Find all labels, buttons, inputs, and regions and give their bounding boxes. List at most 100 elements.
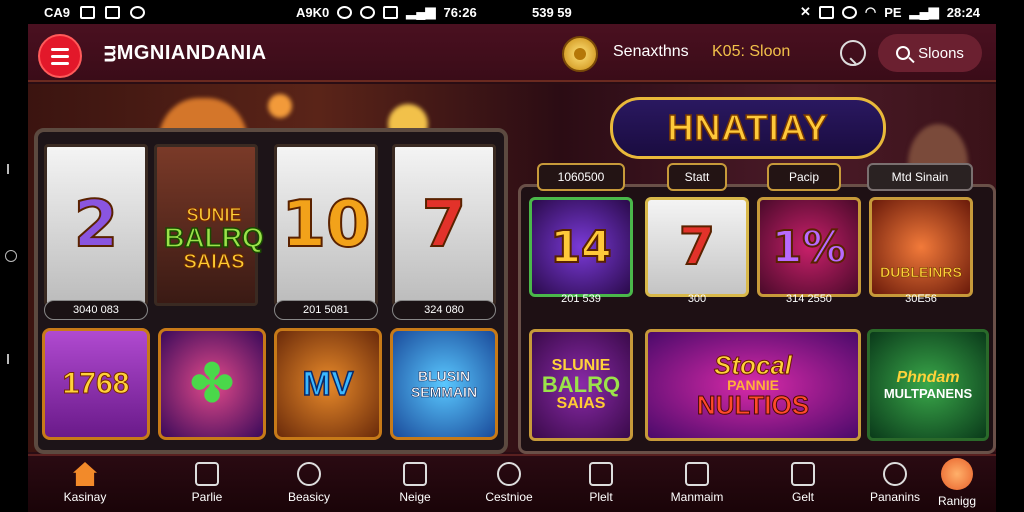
game-logo-title: SUNIE BALRQ SAIAS: [154, 206, 274, 273]
tile-value: 300: [687, 293, 707, 305]
search-button[interactable]: Sloons: [878, 34, 982, 72]
profile-icon: [941, 458, 973, 490]
nav-label: Plelt: [589, 490, 613, 504]
carrier-text: CA9: [44, 4, 71, 20]
tile-value: 201 539: [561, 293, 601, 305]
bezel-home-icon[interactable]: [5, 250, 17, 262]
featured-game-tile[interactable]: Stocal PANNIE NULTIOS: [645, 329, 861, 441]
game-tile[interactable]: 1%: [757, 197, 861, 297]
game-tile[interactable]: 7: [645, 197, 749, 297]
alarm-icon: [130, 5, 146, 19]
tile-title: 1768: [62, 367, 130, 401]
wifi-icon: ◠: [864, 4, 877, 19]
reel-value: 324 080: [392, 300, 496, 320]
status-right-pct: PE: [884, 4, 902, 20]
nav-beasicy[interactable]: Beasicy: [266, 460, 352, 512]
tile-title-bot: NULTIOS: [696, 390, 810, 420]
card-icon: [195, 462, 219, 486]
tab-4[interactable]: Mtd Sinain: [867, 163, 973, 191]
monitor-icon: [589, 462, 613, 486]
game-tile[interactable]: BLUSIN SEMMAIN: [390, 328, 498, 440]
status-bar: CA9 A9K0 ▂▄▆ 76:26 539 59 ✕ ◠ PE ▂▄▆ 28:…: [0, 0, 1024, 24]
reel-symbol: 2: [73, 187, 120, 263]
tab-1[interactable]: 1060500: [537, 163, 625, 191]
search-label: Sloons: [918, 44, 964, 62]
home-icon: [73, 462, 97, 486]
nav-label: Ranigg: [937, 494, 977, 508]
status-mid-text: 539 59: [532, 4, 572, 20]
tile-symbol: 14: [549, 221, 612, 274]
right-bezel: [996, 24, 1024, 512]
house-icon: [791, 462, 815, 486]
bezel-back-mark: [7, 354, 9, 364]
reel-4[interactable]: 7: [392, 144, 496, 306]
bank-icon: [685, 462, 709, 486]
cell-icon: ▂▄▆: [909, 4, 939, 19]
nav-cestnioe[interactable]: Cestnioe: [466, 460, 552, 512]
nav-kasinay[interactable]: Kasinay: [42, 460, 128, 512]
brand-logo-text: ᴟMGNIANDANIA: [104, 42, 267, 64]
tile-title-bot: SAIAS: [556, 395, 606, 412]
game-tile[interactable]: SLUNIE BALRQ SAIAS: [529, 329, 633, 441]
nav-manmaim[interactable]: Manmaim: [654, 460, 740, 512]
user-icon[interactable]: [840, 40, 866, 66]
battery-icon: [383, 5, 399, 19]
menu-button[interactable]: [38, 34, 82, 78]
tile-value: 314 2550: [786, 293, 832, 305]
nfc-icon: [818, 5, 834, 19]
nav-parlie[interactable]: Parlie: [164, 460, 250, 512]
reel-1[interactable]: 2: [44, 144, 148, 306]
hero-title-banner[interactable]: HNATIAY: [610, 97, 886, 159]
tile-title: DUBLEINRS: [880, 264, 962, 281]
tile-symbol: 7: [678, 216, 716, 278]
nav-neige[interactable]: Neige: [372, 460, 458, 512]
close-box-icon: [105, 5, 121, 19]
game-tile[interactable]: DUBLEINRS: [869, 197, 973, 297]
nav-label: Beasicy: [287, 490, 331, 504]
reel-symbol: 10: [280, 187, 371, 263]
balance-value: K05: Sloon: [712, 43, 791, 60]
bezel-mark: [7, 164, 9, 174]
nav-label: Gelt: [791, 490, 814, 504]
title-mid: BALRQ: [163, 222, 264, 253]
sync-icon: [360, 5, 376, 19]
clover-icon: ✤: [190, 355, 234, 413]
game-tile[interactable]: 14: [529, 197, 633, 297]
tile-title-top: Phndam: [896, 369, 960, 387]
signal-icon: ▂▄▆: [406, 4, 436, 19]
tile-title: MV: [302, 364, 355, 404]
reel-3[interactable]: 10: [274, 144, 378, 306]
nav-gelt[interactable]: Gelt: [760, 460, 846, 512]
status-left-clock: 76:26: [443, 4, 477, 20]
tab-3[interactable]: Pacip: [767, 163, 841, 191]
nav-plelt[interactable]: Plelt: [558, 460, 644, 512]
left-bezel: [0, 24, 28, 512]
balance-label: Senaxthns: [613, 43, 689, 60]
reel-value: 201 5081: [274, 300, 378, 320]
nav-ranigg[interactable]: Ranigg: [914, 458, 996, 512]
grid-icon: [883, 462, 907, 486]
send-icon: [80, 5, 96, 19]
coin-icon[interactable]: [562, 36, 598, 72]
nav-label: Neige: [399, 490, 431, 504]
game-tile[interactable]: ✤: [158, 328, 266, 440]
search-icon: [896, 46, 911, 60]
tile-symbol: 1%: [771, 221, 848, 274]
tile-title: BLUSIN SEMMAIN: [410, 368, 478, 401]
data-icon: [841, 5, 857, 19]
slot-machine: 2 3040 083 SUNIE BALRQ SAIAS 10 201 5081…: [34, 128, 508, 454]
clock-icon: [337, 5, 353, 19]
game-tile[interactable]: Phndam MULTPANENS: [867, 329, 989, 441]
status-right-clock: 28:24: [946, 4, 980, 20]
game-tile[interactable]: MV: [274, 328, 382, 440]
game-panel: 1060500 Statt Pacip Mtd Sinain 14 201 53…: [518, 163, 996, 454]
nav-label: Parlie: [191, 490, 223, 504]
reel-symbol: 7: [421, 187, 468, 263]
ban-icon: [297, 462, 321, 486]
tile-value: 30E56: [905, 293, 937, 305]
tab-2[interactable]: Statt: [667, 163, 727, 191]
game-tile[interactable]: 1768: [42, 328, 150, 440]
nav-label: Cestnioe: [485, 490, 533, 504]
tile-title-bot: MULTPANENS: [883, 385, 973, 401]
bluetooth-icon: ✕: [799, 4, 811, 19]
